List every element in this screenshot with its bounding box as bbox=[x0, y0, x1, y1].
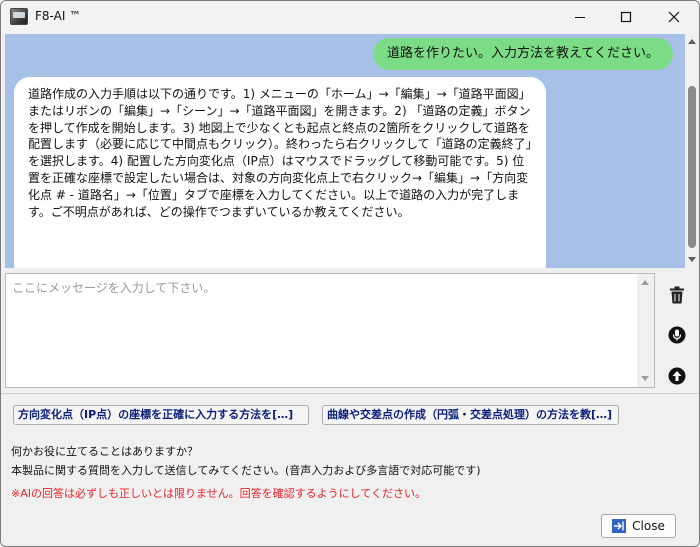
footer-bar bbox=[1, 504, 699, 546]
ai-message-bubble: 道路作成の入力手順は以下の通りです。1) メニューの「ホーム」→「編集」→「道路… bbox=[14, 77, 546, 268]
close-icon bbox=[668, 11, 680, 23]
close-window-button[interactable] bbox=[651, 1, 697, 33]
app-icon bbox=[10, 8, 28, 25]
maximize-button[interactable] bbox=[603, 1, 649, 33]
app-window: F8-AI ™ 道路を作りたい。入力方法を教えてください。 道路作成の入力手順は… bbox=[0, 0, 700, 547]
minimize-icon bbox=[575, 17, 585, 18]
window-title: F8-AI ™ bbox=[35, 9, 82, 23]
clear-button[interactable] bbox=[665, 283, 689, 307]
chat-scrollbar[interactable] bbox=[685, 34, 699, 268]
close-button[interactable]: Close bbox=[601, 514, 676, 538]
help-instructions: 本製品に関する質問を入力して送信してみてください。(音声入力および多言語で対応可… bbox=[11, 464, 481, 477]
input-scroll-down-icon[interactable] bbox=[641, 376, 649, 381]
suggestion-button-2[interactable]: 曲線や交差点の作成（円弧・交差点処理）の方法を教[…] bbox=[322, 405, 619, 425]
trash-icon bbox=[670, 286, 684, 304]
send-button[interactable] bbox=[665, 364, 689, 388]
suggestion-button-1[interactable]: 方向変化点（IP点）の座標を正確に入力する方法を[…] bbox=[13, 405, 309, 425]
message-input-box bbox=[5, 273, 655, 388]
scroll-up-arrow-icon[interactable] bbox=[688, 39, 696, 44]
microphone-icon bbox=[668, 326, 686, 344]
maximize-icon bbox=[620, 11, 632, 23]
exit-icon bbox=[612, 519, 627, 533]
close-button-label: Close bbox=[632, 519, 665, 533]
minimize-button[interactable] bbox=[557, 1, 603, 33]
title-bar[interactable]: F8-AI ™ bbox=[1, 1, 699, 33]
ai-disclaimer-warning: ※AIの回答は必ずしも正しいとは限りません。回答を確認するようにしてください。 bbox=[11, 487, 426, 500]
chat-scroll-thumb[interactable] bbox=[688, 86, 696, 248]
message-input[interactable] bbox=[6, 274, 638, 387]
send-arrow-up-icon bbox=[668, 367, 686, 385]
voice-input-button[interactable] bbox=[665, 323, 689, 347]
input-scroll-up-icon[interactable] bbox=[641, 280, 649, 285]
help-prompt: 何かお役に立てることはありますか？ bbox=[11, 445, 198, 458]
divider bbox=[1, 393, 699, 394]
chat-history[interactable]: 道路を作りたい。入力方法を教えてください。 道路作成の入力手順は以下の通りです。… bbox=[5, 34, 685, 268]
user-message-bubble: 道路を作りたい。入力方法を教えてください。 bbox=[373, 38, 673, 70]
input-scrollbar[interactable] bbox=[637, 274, 654, 387]
scroll-down-arrow-icon[interactable] bbox=[688, 257, 696, 262]
